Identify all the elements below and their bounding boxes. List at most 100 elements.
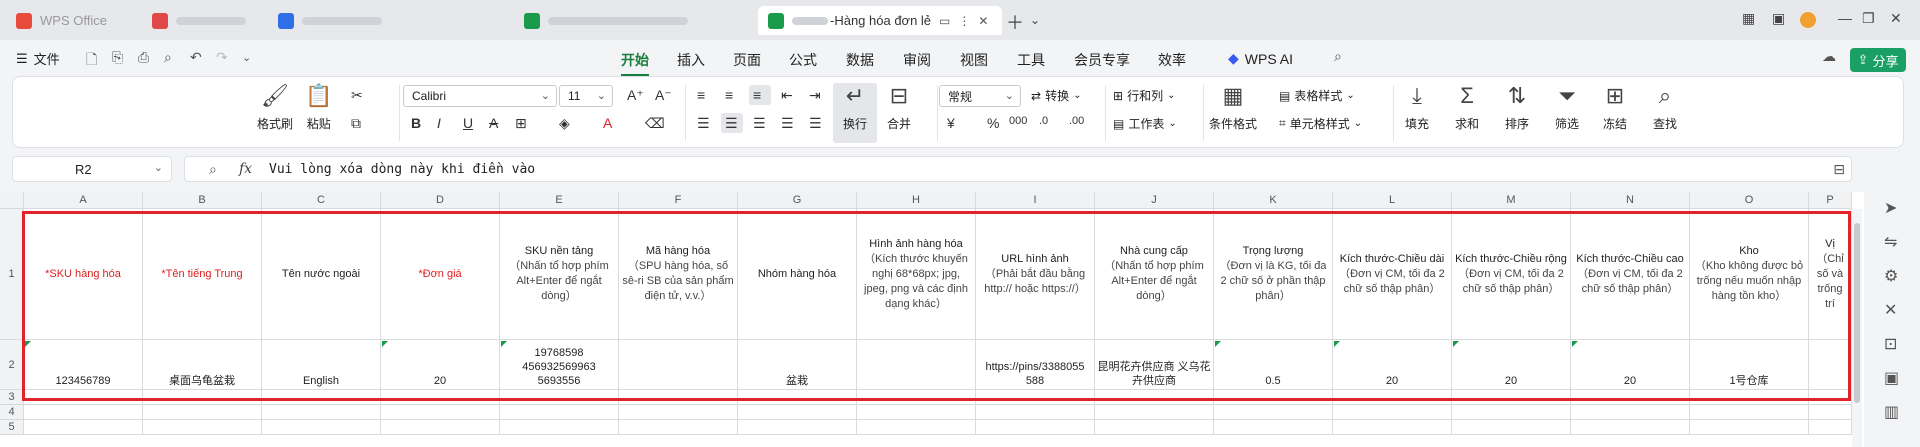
tab-4[interactable] <box>514 6 754 35</box>
header-cell[interactable]: *Tên tiếng Trung <box>143 209 262 340</box>
column-header-f[interactable]: F <box>619 192 738 209</box>
empty-cell[interactable] <box>619 405 738 420</box>
empty-cell[interactable] <box>976 420 1095 435</box>
empty-cell[interactable] <box>500 420 619 435</box>
header-cell[interactable]: Kích thước-Chiều dài （Đơn vị CM, tối đa 2… <box>1333 209 1452 340</box>
font-size-select[interactable]: 11 ⌄ <box>559 85 613 107</box>
tab-member[interactable]: 会员专享 <box>1074 50 1130 70</box>
print-preview-icon[interactable]: ⌕ <box>164 49 172 66</box>
data-cell[interactable]: 1号仓库 <box>1690 340 1809 390</box>
empty-cell[interactable] <box>262 405 381 420</box>
data-cell[interactable]: 123456789 <box>24 340 143 390</box>
align-right-icon[interactable]: ☰ <box>753 115 766 132</box>
merge-button[interactable]: ⊟ 合并 <box>887 83 911 132</box>
data-cell[interactable]: 19768598 456932569963 5693556 <box>500 340 619 390</box>
layout-icon[interactable]: ▣ <box>1772 10 1785 27</box>
header-cell[interactable]: *Đơn giá <box>381 209 500 340</box>
border-icon[interactable]: ⊞ <box>515 115 527 132</box>
increase-decimal-icon[interactable]: .0 <box>1039 115 1048 127</box>
table-style-button[interactable]: ▤ 表格样式 ⌄ <box>1279 87 1355 104</box>
format-painter-button[interactable]: 🖌 格式刷 <box>257 83 293 132</box>
tools-icon[interactable]: ✕ <box>1884 300 1897 320</box>
close-icon[interactable]: ✕ <box>978 14 988 28</box>
empty-cell[interactable] <box>976 405 1095 420</box>
bold-icon[interactable]: B <box>411 115 421 131</box>
empty-cell[interactable] <box>262 420 381 435</box>
percent-icon[interactable]: % <box>987 115 999 131</box>
header-cell[interactable]: Hình ảnh hàng hóa （Kích thước khuyến nghị… <box>857 209 976 340</box>
image-icon[interactable]: ▥ <box>1884 402 1899 422</box>
cut-icon[interactable]: ✂ <box>351 87 363 104</box>
tab-insert[interactable]: 插入 <box>677 50 705 70</box>
row-header-2[interactable]: 2 <box>0 340 24 390</box>
data-cell[interactable] <box>619 340 738 390</box>
worksheet-button[interactable]: ▤ 工作表 ⌄ <box>1113 115 1177 132</box>
empty-cell[interactable] <box>143 390 262 405</box>
window-icon[interactable]: ▭ <box>939 14 950 28</box>
empty-cell[interactable] <box>1095 405 1214 420</box>
column-header-h[interactable]: H <box>857 192 976 209</box>
column-header-i[interactable]: I <box>976 192 1095 209</box>
column-header-j[interactable]: J <box>1095 192 1214 209</box>
more-icon[interactable]: ⋮ <box>958 14 970 28</box>
row-header-1[interactable]: 1 <box>0 209 24 340</box>
tab-2[interactable] <box>142 6 262 35</box>
file-menu[interactable]: ☰ 文件 <box>16 49 60 68</box>
row-header-5[interactable]: 5 <box>0 420 24 435</box>
data-cell[interactable]: 20 <box>1571 340 1690 390</box>
tab-3[interactable] <box>268 6 508 35</box>
empty-cell[interactable] <box>738 420 857 435</box>
underline-icon[interactable]: U <box>463 115 473 131</box>
formula-input[interactable]: ⌕ fx Vui lòng xóa dòng này khi điền vào … <box>184 156 1852 182</box>
empty-cell[interactable] <box>1571 390 1690 405</box>
empty-cell[interactable] <box>857 420 976 435</box>
wrap-text-button[interactable]: ↵ 换行 <box>843 83 867 132</box>
empty-cell[interactable] <box>1809 405 1852 420</box>
empty-cell[interactable] <box>1095 420 1214 435</box>
italic-icon[interactable]: I <box>437 115 441 131</box>
column-header-m[interactable]: M <box>1452 192 1571 209</box>
empty-cell[interactable] <box>1214 390 1333 405</box>
empty-cell[interactable] <box>1690 405 1809 420</box>
data-cell[interactable]: 20 <box>381 340 500 390</box>
clear-format-icon[interactable]: ⌫ <box>645 115 665 132</box>
row-col-button[interactable]: ⊞ 行和列 ⌄ <box>1113 87 1175 104</box>
empty-cell[interactable] <box>500 390 619 405</box>
paste-button[interactable]: 📋 粘贴 <box>305 83 332 132</box>
header-cell[interactable]: *SKU hàng hóa <box>24 209 143 340</box>
spreadsheet-grid[interactable]: A B C D E F G H I J K L M N O P 1 2 3 4 5 *SKU hàng hóa *Tên t… <box>0 192 1864 447</box>
tab-view[interactable]: 视图 <box>960 50 988 70</box>
print-icon[interactable]: ⎙ <box>138 49 149 66</box>
empty-cell[interactable] <box>381 420 500 435</box>
book-icon[interactable]: ▣ <box>1884 368 1899 388</box>
header-cell[interactable]: SKU nền tảng （Nhấn tổ hợp phím Alt+Enter … <box>500 209 619 340</box>
column-header-k[interactable]: K <box>1214 192 1333 209</box>
sort-button[interactable]: ⇅ 排序 <box>1505 83 1529 132</box>
data-cell[interactable]: 盆栽 <box>738 340 857 390</box>
align-top-icon[interactable]: ≡ <box>697 87 705 103</box>
tab-review[interactable]: 审阅 <box>903 50 931 70</box>
empty-cell[interactable] <box>1571 420 1690 435</box>
tab-formula[interactable]: 公式 <box>789 50 817 70</box>
close-window-icon[interactable]: ✕ <box>1890 10 1902 27</box>
restore-icon[interactable]: ❐ <box>1862 10 1875 27</box>
expand-icon[interactable]: ⊟ <box>1833 161 1845 178</box>
tab-page[interactable]: 页面 <box>733 50 761 70</box>
header-cell[interactable]: Kích thước-Chiều rộng （Đơn vị CM, tối đa … <box>1452 209 1571 340</box>
empty-cell[interactable] <box>1452 390 1571 405</box>
tab-home[interactable]: 开始 <box>621 50 649 76</box>
empty-cell[interactable] <box>1809 390 1852 405</box>
find-button[interactable]: ⌕ 查找 <box>1653 83 1677 132</box>
tab-efficiency[interactable]: 效率 <box>1158 50 1186 70</box>
minimize-icon[interactable]: — <box>1838 10 1852 26</box>
zoom-icon[interactable]: ⌕ <box>209 161 217 178</box>
indent-increase-icon[interactable]: ⇥ <box>809 87 821 104</box>
cloud-upload-icon[interactable]: ☁ <box>1822 48 1836 65</box>
fill-color-icon[interactable]: ◈ <box>559 115 570 132</box>
convert-button[interactable]: ⇄ 转换 ⌄ <box>1031 87 1081 104</box>
header-cell[interactable]: Nhóm hàng hóa <box>738 209 857 340</box>
empty-cell[interactable] <box>1571 405 1690 420</box>
data-cell[interactable]: 20 <box>1452 340 1571 390</box>
wps-ai-button[interactable]: ◆ WPS AI <box>1228 50 1293 67</box>
data-cell[interactable]: https://pins/3388055 588 <box>976 340 1095 390</box>
